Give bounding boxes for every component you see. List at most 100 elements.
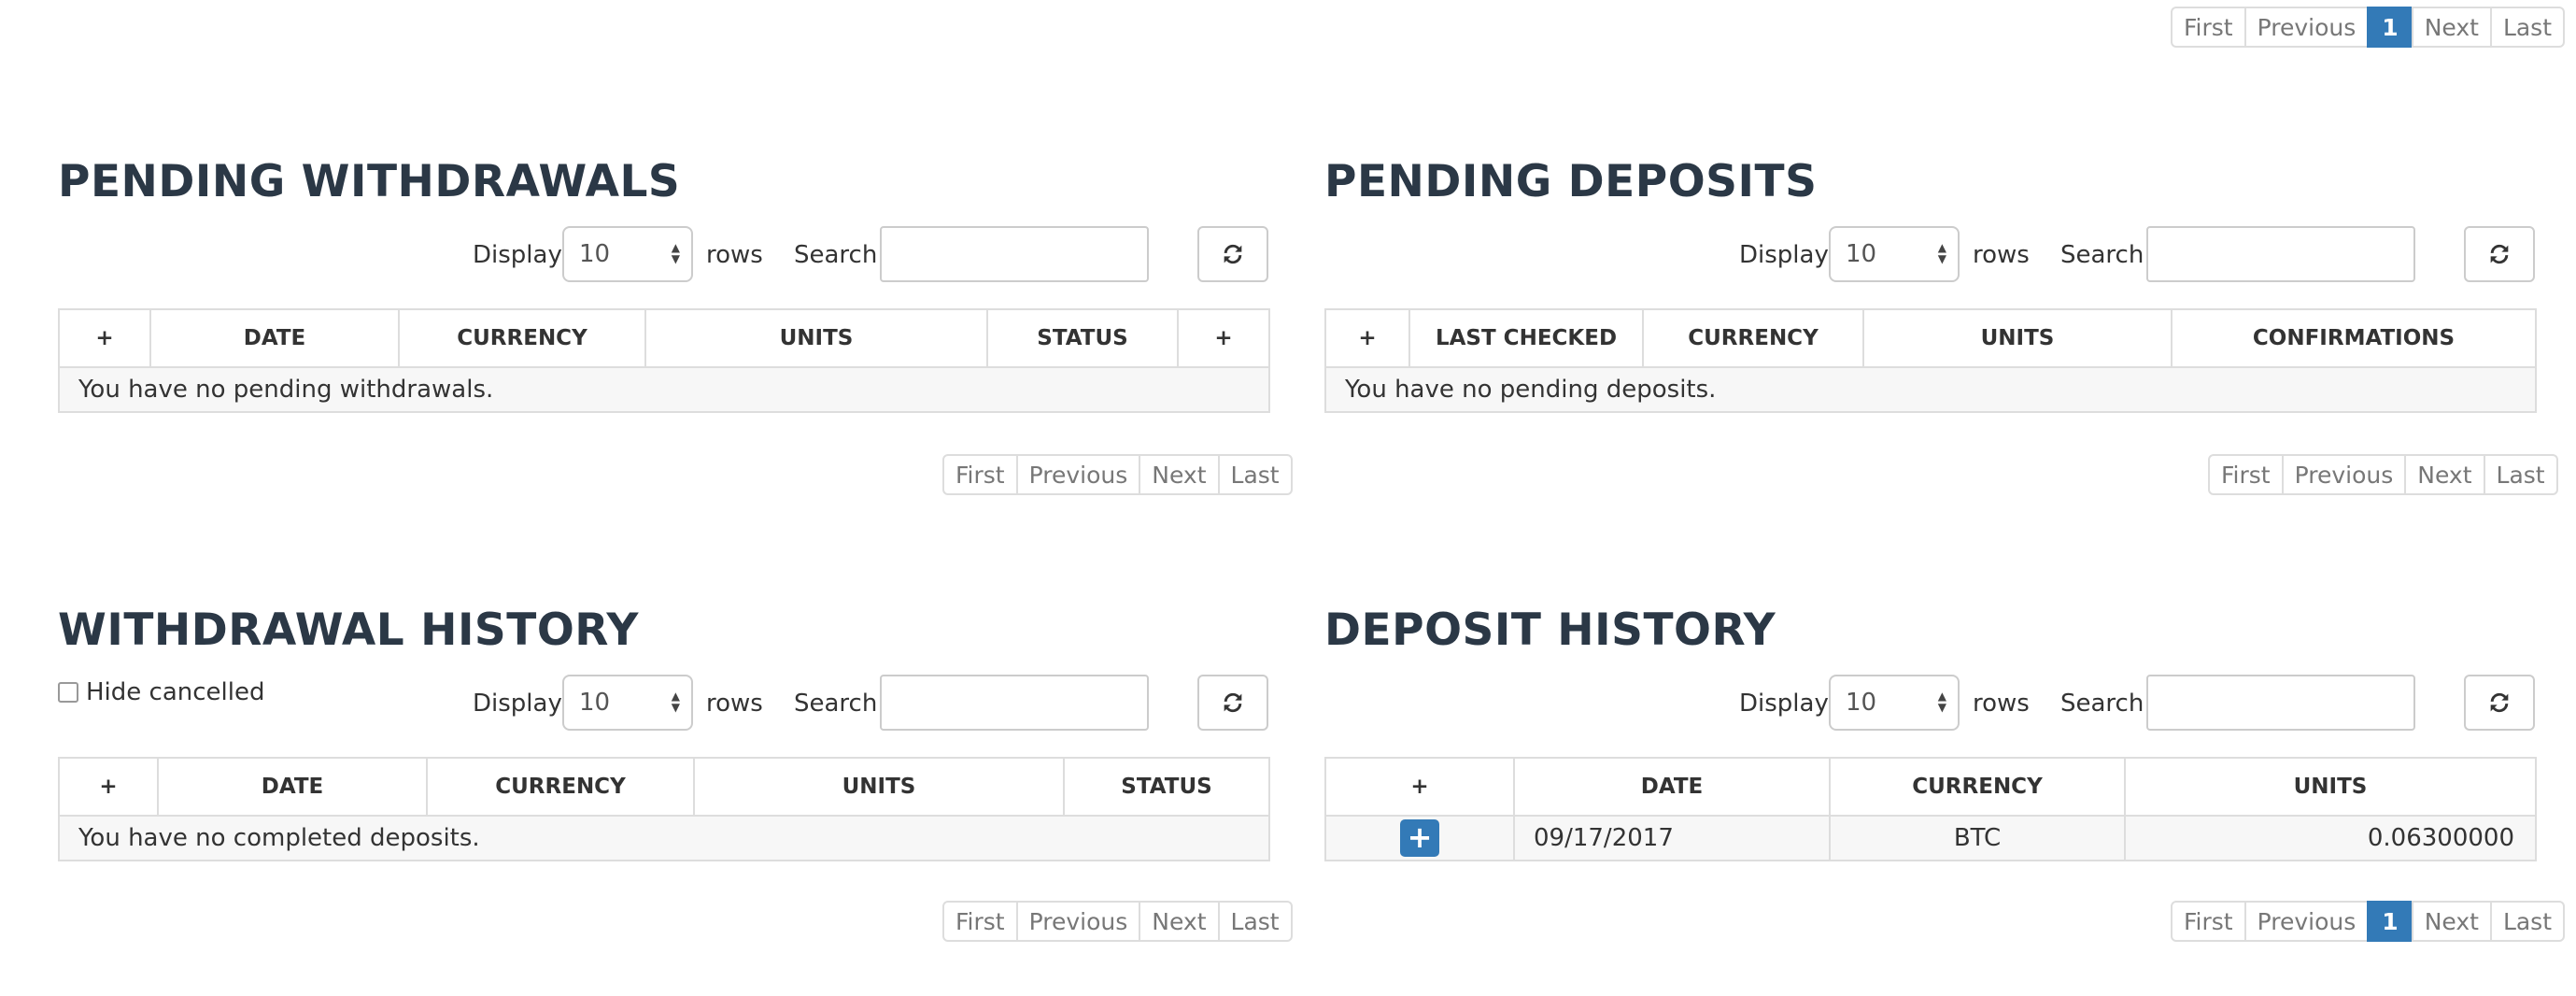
expand-row-button[interactable]: + [1400, 819, 1439, 857]
table-controls: Display 10 ▲ ▼ rows Search: [1324, 663, 2535, 757]
pagination-first[interactable]: First [2171, 7, 2246, 48]
display-label: Display [473, 690, 562, 718]
hide-cancelled-label: Hide cancelled [86, 678, 265, 706]
section-title: PENDING WITHDRAWALS [58, 156, 681, 207]
add-column-header[interactable]: + [1177, 308, 1270, 368]
pagination-first[interactable]: First [2171, 901, 2246, 942]
pagination-last[interactable]: Last [2483, 454, 2558, 495]
pagination-previous[interactable]: Previous [2281, 454, 2407, 495]
column-header-units[interactable]: UNITS [693, 757, 1065, 817]
search-label: Search: [2060, 690, 2153, 718]
pagination-first[interactable]: First [942, 901, 1018, 942]
withdrawal-history-table: + DATE CURRENCY UNITS STATUS You have no… [58, 757, 1270, 861]
empty-message: You have no pending deposits. [1324, 366, 2537, 413]
deposit-history-panel: DEPOSIT HISTORY Display 10 ▲ ▼ rows Searc… [1324, 598, 2537, 861]
column-header-date[interactable]: DATE [1513, 757, 1831, 817]
empty-message: You have no pending withdrawals. [58, 366, 1270, 413]
rows-label: rows [706, 241, 763, 269]
rows-select[interactable]: 10 ▲ ▼ [1829, 226, 1960, 282]
pagination-last[interactable]: Last [2489, 901, 2566, 942]
column-header-units[interactable]: UNITS [1862, 308, 2173, 368]
hide-cancelled-checkbox[interactable] [58, 682, 78, 703]
column-header-currency[interactable]: CURRENCY [1642, 308, 1864, 368]
pagination-next[interactable]: Next [2404, 454, 2485, 495]
pagination-previous[interactable]: Previous [1015, 901, 1141, 942]
deposit-history-table: + DATE CURRENCY UNITS + 09/17/2017 BTC 0… [1324, 757, 2537, 861]
select-arrows-icon: ▲ ▼ [1937, 241, 1946, 265]
search-label: Search: [794, 241, 886, 269]
column-header-last-checked[interactable]: LAST CHECKED [1408, 308, 1644, 368]
expand-cell: + [1324, 815, 1515, 861]
section-title: PENDING DEPOSITS [1324, 156, 1818, 207]
select-arrows-icon: ▲ ▼ [671, 241, 680, 265]
table-controls: Hide cancelled Display 10 ▲ ▼ rows Search… [58, 663, 1268, 757]
column-header-currency[interactable]: CURRENCY [426, 757, 695, 817]
column-header-currency[interactable]: CURRENCY [1829, 757, 2126, 817]
pending-deposits-pagination: First Previous Next Last [2208, 454, 2558, 495]
pagination-last[interactable]: Last [2489, 7, 2566, 48]
expand-all-header[interactable]: + [1324, 308, 1410, 368]
pending-deposits-panel: PENDING DEPOSITS Display 10 ▲ ▼ rows Sear… [1324, 149, 2537, 413]
empty-message: You have no completed deposits. [58, 815, 1270, 861]
cell-units: 0.06300000 [2124, 815, 2537, 861]
column-header-date[interactable]: DATE [157, 757, 428, 817]
pagination-next[interactable]: Next [1139, 901, 1220, 942]
search-input[interactable] [880, 226, 1149, 282]
pending-withdrawals-panel: PENDING WITHDRAWALS Display 10 ▲ ▼ rows S… [58, 149, 1270, 413]
pagination-previous[interactable]: Previous [2243, 7, 2370, 48]
refresh-icon [2490, 692, 2509, 713]
refresh-icon [2490, 244, 2509, 264]
rows-select-value: 10 [1846, 689, 1877, 717]
rows-select-value: 10 [579, 240, 611, 268]
rows-select-value: 10 [1846, 240, 1877, 268]
pagination-previous[interactable]: Previous [1015, 454, 1141, 495]
table-row: You have no completed deposits. [58, 815, 1270, 861]
search-label: Search: [794, 690, 886, 718]
expand-all-header[interactable]: + [1324, 757, 1515, 817]
pagination-first[interactable]: First [942, 454, 1018, 495]
pagination-page-1[interactable]: 1 [2367, 7, 2413, 48]
table-controls: Display 10 ▲ ▼ rows Search: [58, 215, 1268, 308]
hide-cancelled-toggle[interactable]: Hide cancelled [58, 678, 264, 706]
section-title: DEPOSIT HISTORY [1324, 605, 1776, 656]
rows-label: rows [706, 690, 763, 718]
column-header-status[interactable]: STATUS [986, 308, 1179, 368]
column-header-status[interactable]: STATUS [1063, 757, 1270, 817]
column-header-units[interactable]: UNITS [644, 308, 988, 368]
rows-select[interactable]: 10 ▲ ▼ [562, 675, 693, 731]
table-row: You have no pending deposits. [1324, 366, 2537, 413]
pagination-next[interactable]: Next [2411, 7, 2492, 48]
rows-select-value: 10 [579, 689, 611, 717]
pagination-next[interactable]: Next [2411, 901, 2492, 942]
column-header-date[interactable]: DATE [149, 308, 400, 368]
expand-all-header[interactable]: + [58, 308, 151, 368]
rows-select[interactable]: 10 ▲ ▼ [562, 226, 693, 282]
refresh-button[interactable] [2464, 675, 2535, 731]
display-label: Display [473, 241, 562, 269]
rows-select[interactable]: 10 ▲ ▼ [1829, 675, 1960, 731]
refresh-button[interactable] [2464, 226, 2535, 282]
search-input[interactable] [2146, 675, 2415, 731]
pagination-last[interactable]: Last [1217, 901, 1293, 942]
section-title: WITHDRAWAL HISTORY [58, 605, 639, 656]
pending-withdrawals-table: + DATE CURRENCY UNITS STATUS + You have … [58, 308, 1270, 413]
column-header-units[interactable]: UNITS [2124, 757, 2537, 817]
pagination-page-1[interactable]: 1 [2367, 901, 2413, 942]
column-header-currency[interactable]: CURRENCY [398, 308, 646, 368]
search-label: Search: [2060, 241, 2153, 269]
pagination-next[interactable]: Next [1139, 454, 1220, 495]
pagination-last[interactable]: Last [1217, 454, 1293, 495]
refresh-button[interactable] [1197, 226, 1268, 282]
pagination-first[interactable]: First [2208, 454, 2284, 495]
display-label: Display [1739, 690, 1829, 718]
search-input[interactable] [880, 675, 1149, 731]
table-row: + 09/17/2017 BTC 0.06300000 [1324, 815, 2537, 861]
withdrawal-history-panel: WITHDRAWAL HISTORY Hide cancelled Displa… [58, 598, 1270, 861]
column-header-confirmations[interactable]: CONFIRMATIONS [2171, 308, 2537, 368]
expand-all-header[interactable]: + [58, 757, 159, 817]
refresh-icon [1224, 692, 1242, 713]
refresh-button[interactable] [1197, 675, 1268, 731]
search-input[interactable] [2146, 226, 2415, 282]
rows-label: rows [1973, 241, 2030, 269]
pagination-previous[interactable]: Previous [2243, 901, 2370, 942]
